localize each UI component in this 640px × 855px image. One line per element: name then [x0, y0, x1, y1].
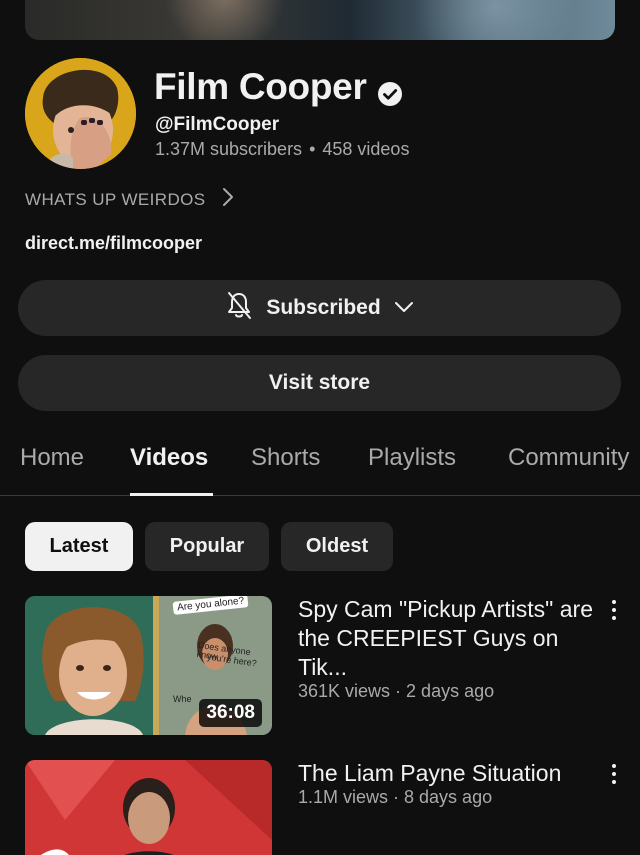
tab-community[interactable]: Community	[508, 444, 629, 472]
verified-check-icon	[377, 74, 403, 106]
stats-separator: •	[309, 139, 316, 159]
thumbnail-image	[25, 760, 272, 855]
channel-name-text: Film Cooper	[154, 66, 367, 107]
visit-store-button[interactable]: Visit store	[18, 355, 621, 411]
video-title[interactable]: The Liam Payne Situation	[298, 759, 598, 788]
video-count: 458 videos	[322, 139, 410, 159]
tab-videos[interactable]: Videos	[130, 444, 208, 472]
channel-stats: 1.37M subscribers • 458 videos	[155, 139, 409, 160]
channel-banner	[25, 0, 615, 40]
channel-name: Film Cooper	[154, 66, 403, 108]
video-title[interactable]: Spy Cam "Pickup Artists" are the CREEPIE…	[298, 595, 598, 682]
video-meta: 361K views · 2 days ago	[298, 681, 495, 701]
channel-about[interactable]: WHATS UP WEIRDOS	[25, 187, 234, 212]
tab-home[interactable]: Home	[20, 444, 84, 472]
filter-oldest[interactable]: Oldest	[281, 522, 393, 571]
chevron-right-icon	[222, 187, 234, 212]
channel-tabs: Home Videos Shorts Playlists Community	[0, 432, 640, 496]
video-meta: 1.1M views · 8 days ago	[298, 787, 493, 807]
chevron-down-icon	[393, 296, 415, 320]
channel-avatar[interactable]	[25, 58, 136, 169]
video-duration: 36:08	[199, 699, 262, 727]
tab-playlists[interactable]: Playlists	[368, 444, 456, 472]
bell-off-icon	[224, 290, 254, 326]
subscribed-label: Subscribed	[266, 296, 381, 319]
avatar-image	[25, 58, 136, 169]
tab-shorts[interactable]: Shorts	[251, 444, 320, 472]
more-vertical-icon[interactable]	[606, 598, 622, 622]
channel-handle: @FilmCooper	[155, 114, 280, 135]
active-tab-indicator	[130, 493, 213, 496]
channel-link[interactable]: direct.me/filmcooper	[25, 233, 202, 254]
visit-store-label: Visit store	[268, 371, 371, 394]
video-thumbnail[interactable]: Are you alone? Does anyone know you're h…	[25, 596, 272, 735]
subscribed-button[interactable]: Subscribed	[18, 280, 621, 336]
filter-latest[interactable]: Latest	[25, 522, 133, 571]
channel-about-text: WHATS UP WEIRDOS	[25, 189, 206, 209]
video-thumbnail[interactable]	[25, 760, 272, 855]
more-vertical-icon[interactable]	[606, 762, 622, 786]
thumbnail-text-4: Whe	[173, 694, 192, 704]
subscriber-count: 1.37M subscribers	[155, 139, 303, 159]
filter-popular[interactable]: Popular	[145, 522, 269, 571]
